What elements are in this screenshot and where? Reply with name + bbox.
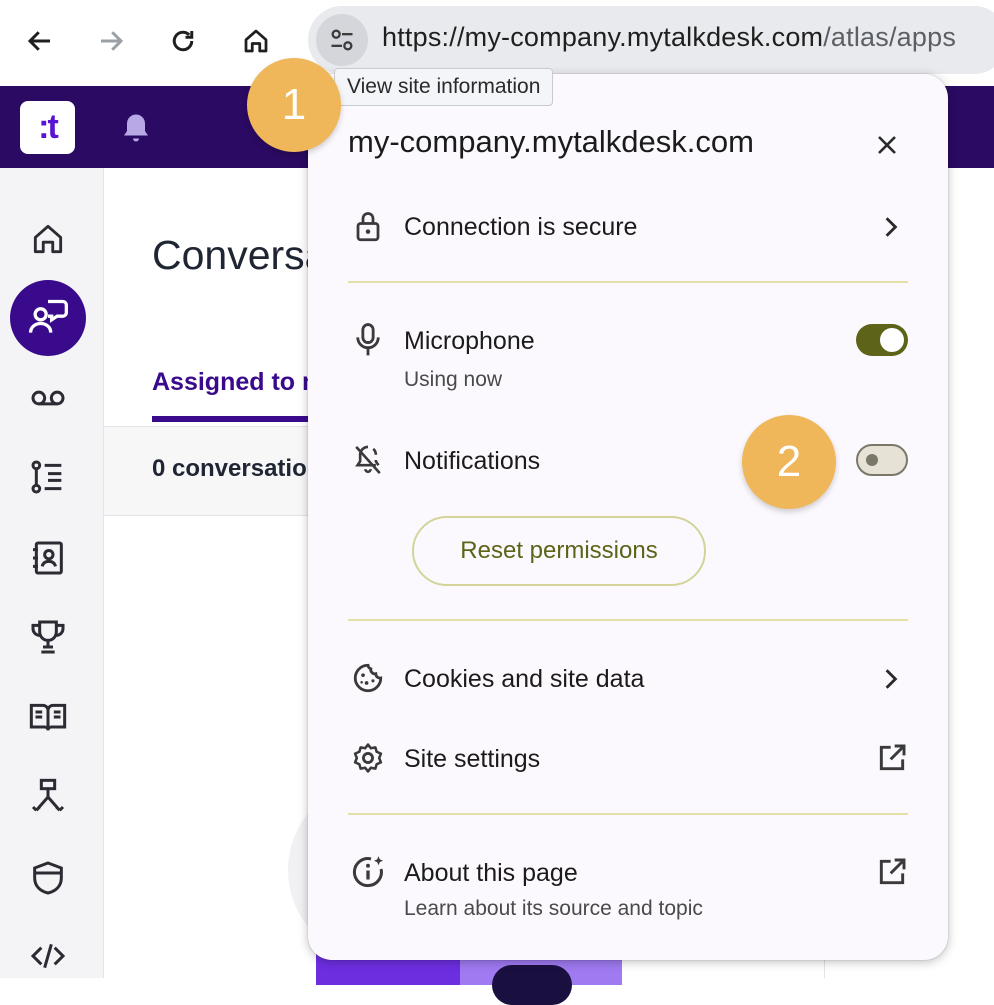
back-button[interactable]	[15, 16, 65, 66]
book-open-icon	[28, 697, 68, 737]
sidebar-item-lists[interactable]	[22, 451, 74, 503]
illustration-shape	[492, 965, 572, 1005]
trophy-icon	[28, 617, 68, 657]
chevron-right-icon	[876, 212, 906, 242]
toggle-knob	[880, 328, 904, 352]
conversation-agent-icon	[26, 296, 70, 340]
divider	[348, 619, 908, 621]
arrow-right-icon	[96, 26, 126, 56]
sidebar-item-workflows[interactable]	[22, 771, 74, 823]
flow-icon	[28, 777, 68, 817]
sidebar-item-achievements[interactable]	[22, 611, 74, 663]
sidebar-item-contacts[interactable]	[22, 532, 74, 584]
microphone-label: Microphone	[404, 327, 535, 355]
home-icon	[241, 26, 271, 56]
site-settings-label: Site settings	[404, 745, 541, 773]
microphone-toggle[interactable]	[856, 324, 908, 356]
open-in-new-icon	[872, 852, 912, 892]
url-host: https://my-company.mytalkdesk.com	[382, 22, 824, 52]
reset-permissions-button[interactable]: Reset permissions	[412, 516, 706, 586]
home-button[interactable]	[231, 16, 281, 66]
close-button[interactable]	[866, 124, 908, 166]
sidebar-item-voicemail[interactable]	[22, 372, 74, 424]
about-page-subtitle: Learn about its source and topic	[404, 897, 703, 920]
notifications-off-icon	[348, 440, 388, 480]
notifications-toggle[interactable]	[856, 444, 908, 476]
tune-icon	[328, 26, 356, 54]
site-info-popup: my-company.mytalkdesk.com Connection is …	[308, 74, 948, 960]
contact-book-icon	[28, 538, 68, 578]
reload-button[interactable]	[158, 16, 208, 66]
code-icon	[28, 936, 68, 976]
cookie-icon	[348, 658, 388, 698]
voicemail-icon	[28, 378, 68, 418]
sidebar-item-knowledge[interactable]	[22, 691, 74, 743]
popup-site-name: my-company.mytalkdesk.com	[348, 124, 754, 159]
toggle-knob	[866, 454, 878, 466]
sidebar-item-security[interactable]	[22, 852, 74, 904]
divider	[348, 813, 908, 815]
list-icon	[28, 457, 68, 497]
chevron-right-icon	[876, 664, 906, 694]
lock-icon	[348, 206, 388, 246]
sidebar-item-home[interactable]	[22, 213, 74, 265]
sidebar-item-conversations[interactable]	[10, 280, 86, 356]
site-info-button[interactable]	[316, 14, 368, 66]
about-page-label: About this page	[404, 859, 578, 887]
divider	[348, 281, 908, 283]
site-info-tooltip: View site information	[334, 68, 554, 106]
logo-text: :t	[38, 108, 59, 146]
url-path: /atlas/apps	[823, 22, 957, 52]
reload-icon	[168, 26, 198, 56]
open-in-new-icon	[872, 738, 912, 778]
microphone-icon	[348, 320, 388, 360]
forward-button[interactable]	[86, 16, 136, 66]
notifications-label: Notifications	[404, 447, 541, 475]
close-icon	[875, 133, 899, 157]
cookies-label: Cookies and site data	[404, 665, 645, 693]
home-icon	[29, 220, 67, 258]
microphone-status: Using now	[404, 368, 503, 391]
step-badge-1: 1	[247, 58, 341, 152]
gear-icon	[348, 738, 388, 778]
notifications-bell-icon[interactable]	[118, 110, 154, 146]
step-badge-2: 2	[742, 415, 836, 509]
sidebar-item-developer[interactable]	[22, 930, 74, 982]
talkdesk-logo[interactable]: :t	[20, 101, 75, 154]
info-sparkle-icon	[348, 852, 388, 892]
connection-label: Connection is secure	[404, 213, 638, 241]
url-text: https://my-company.mytalkdesk.com/atlas/…	[382, 22, 956, 53]
arrow-left-icon	[25, 26, 55, 56]
shield-icon	[28, 858, 68, 898]
active-tab-indicator	[152, 416, 322, 422]
